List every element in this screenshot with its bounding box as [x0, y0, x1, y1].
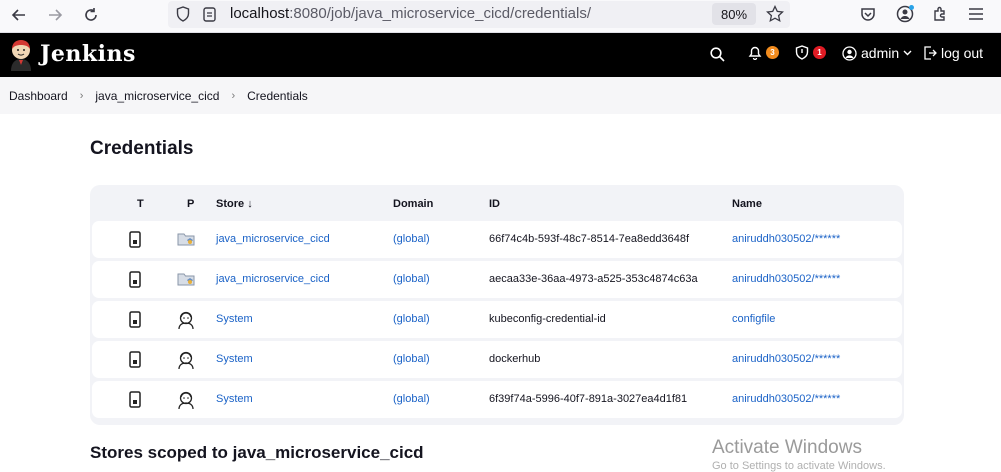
- shield-icon[interactable]: [176, 6, 190, 27]
- credential-name-link[interactable]: aniruddh030502/******: [732, 393, 840, 405]
- domain-link[interactable]: (global): [393, 313, 430, 325]
- logout-label: log out: [941, 45, 984, 61]
- credential-id: kubeconfig-credential-id: [489, 313, 606, 325]
- page-info-icon[interactable]: [203, 7, 216, 27]
- credential-id: 66f74c4b-593f-48c7-8514-7ea8edd3648f: [489, 233, 689, 245]
- activate-windows-watermark: Activate Windows: [712, 437, 862, 458]
- domain-link[interactable]: (global): [393, 233, 430, 245]
- jenkins-logo-icon[interactable]: [8, 39, 34, 76]
- credential-type-icon: [129, 351, 141, 373]
- page-title: Credentials: [90, 138, 194, 159]
- notifications-button[interactable]: 3: [748, 45, 779, 60]
- search-icon[interactable]: [710, 47, 725, 67]
- breadcrumb-dashboard[interactable]: Dashboard: [9, 89, 68, 103]
- reload-icon[interactable]: [80, 4, 102, 26]
- notifications-badge: 3: [766, 46, 779, 59]
- security-badge: 1: [813, 46, 826, 59]
- sort-arrow-icon: ↓: [247, 198, 253, 210]
- menu-icon[interactable]: [968, 7, 984, 26]
- bookmark-star-icon[interactable]: [766, 4, 784, 28]
- credential-type-icon: [129, 271, 141, 293]
- zoom-badge[interactable]: 80%: [712, 3, 756, 25]
- url-text: localhost:8080/job/java_microservice_cic…: [230, 5, 591, 22]
- domain-link[interactable]: (global): [393, 393, 430, 405]
- jenkins-system-icon: [177, 391, 195, 415]
- activate-windows-hint: Go to Settings to activate Windows.: [712, 460, 886, 472]
- credential-id: 6f39f74a-5996-40f7-891a-3027ea4d1f81: [489, 393, 688, 405]
- credentials-table: T P Store ↓ Domain ID Name java_microser…: [90, 185, 904, 425]
- table-row: System (global) 6f39f74a-5996-40f7-891a-…: [92, 381, 902, 418]
- credential-type-icon: [129, 391, 141, 413]
- back-icon[interactable]: [8, 4, 30, 26]
- store-link[interactable]: System: [216, 393, 253, 405]
- credential-type-icon: [129, 311, 141, 333]
- bell-icon: [748, 46, 762, 60]
- logout-icon: [924, 46, 937, 60]
- table-row: java_microservice_cicd (global) 66f74c4b…: [92, 221, 902, 258]
- account-icon[interactable]: [896, 5, 914, 28]
- address-bar[interactable]: localhost:8080/job/java_microservice_cic…: [168, 1, 790, 28]
- credential-id: dockerhub: [489, 353, 541, 365]
- column-header-store[interactable]: Store ↓: [216, 198, 253, 210]
- table-row: java_microservice_cicd (global) aecaa33e…: [92, 261, 902, 298]
- domain-link[interactable]: (global): [393, 353, 430, 365]
- logout-button[interactable]: log out: [923, 45, 983, 61]
- folder-icon: [177, 271, 195, 292]
- breadcrumb-separator-icon: ›: [79, 89, 84, 102]
- jenkins-header: Jenkins 3 1 admin log out: [0, 33, 1001, 77]
- url-host: localhost: [230, 5, 290, 22]
- credential-id: aecaa33e-36aa-4973-a525-353c4874c63a: [489, 273, 698, 285]
- folder-icon: [177, 231, 195, 252]
- forward-icon[interactable]: [44, 4, 66, 26]
- security-button[interactable]: 1: [795, 45, 826, 60]
- column-header-provider: P: [187, 198, 195, 210]
- credential-name-link[interactable]: aniruddh030502/******: [732, 233, 840, 245]
- store-link[interactable]: java_microservice_cicd: [216, 273, 330, 285]
- pocket-icon[interactable]: [860, 6, 876, 27]
- store-link[interactable]: System: [216, 353, 253, 365]
- extensions-icon[interactable]: [932, 6, 948, 27]
- column-header-id[interactable]: ID: [489, 198, 500, 210]
- breadcrumb-separator-icon: ›: [231, 89, 236, 102]
- user-icon: [842, 45, 857, 61]
- user-name: admin: [861, 45, 900, 61]
- jenkins-system-icon: [177, 311, 195, 335]
- chevron-down-icon: [903, 50, 912, 56]
- credential-name-link[interactable]: aniruddh030502/******: [732, 273, 840, 285]
- table-row: System (global) kubeconfig-credential-id…: [92, 301, 902, 338]
- credential-name-link[interactable]: aniruddh030502/******: [732, 353, 840, 365]
- store-header-label: Store: [216, 198, 245, 210]
- breadcrumb: Dashboard › java_microservice_cicd › Cre…: [0, 77, 1001, 114]
- jenkins-logo-text[interactable]: Jenkins: [40, 41, 136, 67]
- credential-name-link[interactable]: configfile: [732, 313, 775, 325]
- store-link[interactable]: System: [216, 313, 253, 325]
- breadcrumb-credentials[interactable]: Credentials: [247, 89, 308, 103]
- breadcrumb-job[interactable]: java_microservice_cicd: [95, 89, 219, 103]
- store-link[interactable]: java_microservice_cicd: [216, 233, 330, 245]
- table-row: System (global) dockerhub aniruddh030502…: [92, 341, 902, 378]
- browser-toolbar: localhost:8080/job/java_microservice_cic…: [0, 0, 1001, 33]
- security-shield-icon: [795, 45, 809, 60]
- credential-type-icon: [129, 231, 141, 253]
- jenkins-system-icon: [177, 351, 195, 375]
- column-header-type: T: [137, 198, 144, 210]
- stores-section-title: Stores scoped to java_microservice_cicd: [90, 443, 424, 462]
- domain-link[interactable]: (global): [393, 273, 430, 285]
- user-menu[interactable]: admin: [842, 45, 912, 61]
- column-header-domain[interactable]: Domain: [393, 198, 433, 210]
- url-path: :8080/job/java_microservice_cicd/credent…: [289, 5, 592, 22]
- column-header-name[interactable]: Name: [732, 198, 762, 210]
